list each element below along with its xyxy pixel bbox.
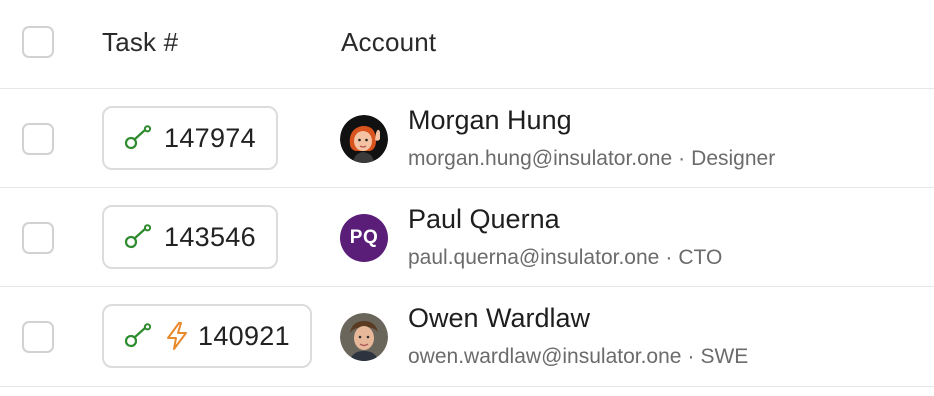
task-number: 143546	[164, 221, 256, 252]
account-email: paul.querna@insulator.one	[408, 246, 660, 269]
task-number: 147974	[164, 122, 256, 153]
task-chip[interactable]: 140921	[102, 304, 312, 368]
account-details: morgan.hung@insulator.one · Designer	[408, 147, 775, 171]
table-row[interactable]: 140921 Owen Wardlaw owen.wardlaw@insulat…	[0, 287, 934, 387]
account-role: Designer	[691, 147, 776, 170]
account-email: owen.wardlaw@insulator.one	[408, 345, 682, 368]
separator: ·	[687, 345, 695, 368]
task-chip[interactable]: 147974	[102, 106, 278, 170]
key-icon	[124, 224, 156, 250]
column-header-task[interactable]: Task #	[102, 27, 178, 58]
account-details: paul.querna@insulator.one · CTO	[408, 246, 722, 270]
select-all-checkbox[interactable]	[22, 26, 54, 58]
lightning-icon	[164, 321, 190, 351]
account-name: Morgan Hung	[408, 105, 572, 135]
account-name: Paul Querna	[408, 204, 560, 234]
account-role: CTO	[678, 246, 723, 269]
table-row[interactable]: 147974 Morgan Hung morgan.hung@insulator…	[0, 89, 934, 188]
separator: ·	[665, 246, 673, 269]
account-name: Owen Wardlaw	[408, 303, 591, 333]
account-details: owen.wardlaw@insulator.one · SWE	[408, 345, 748, 369]
task-chip[interactable]: 143546	[102, 205, 278, 269]
row-checkbox[interactable]	[22, 321, 54, 353]
key-icon	[124, 323, 156, 349]
avatar	[340, 115, 388, 163]
avatar: PQ	[340, 214, 388, 262]
row-checkbox[interactable]	[22, 222, 54, 254]
task-table: Task # Account 147974 Morgan Hung morgan…	[0, 0, 934, 396]
task-number: 140921	[198, 320, 290, 351]
account-email: morgan.hung@insulator.one	[408, 147, 673, 170]
avatar	[340, 313, 388, 361]
key-icon	[124, 125, 156, 151]
table-header: Task # Account	[0, 0, 934, 89]
row-checkbox[interactable]	[22, 123, 54, 155]
account-role: SWE	[700, 345, 749, 368]
table-row[interactable]: 143546 PQ Paul Querna paul.querna@insula…	[0, 188, 934, 287]
separator: ·	[678, 147, 686, 170]
column-header-account[interactable]: Account	[341, 27, 436, 58]
